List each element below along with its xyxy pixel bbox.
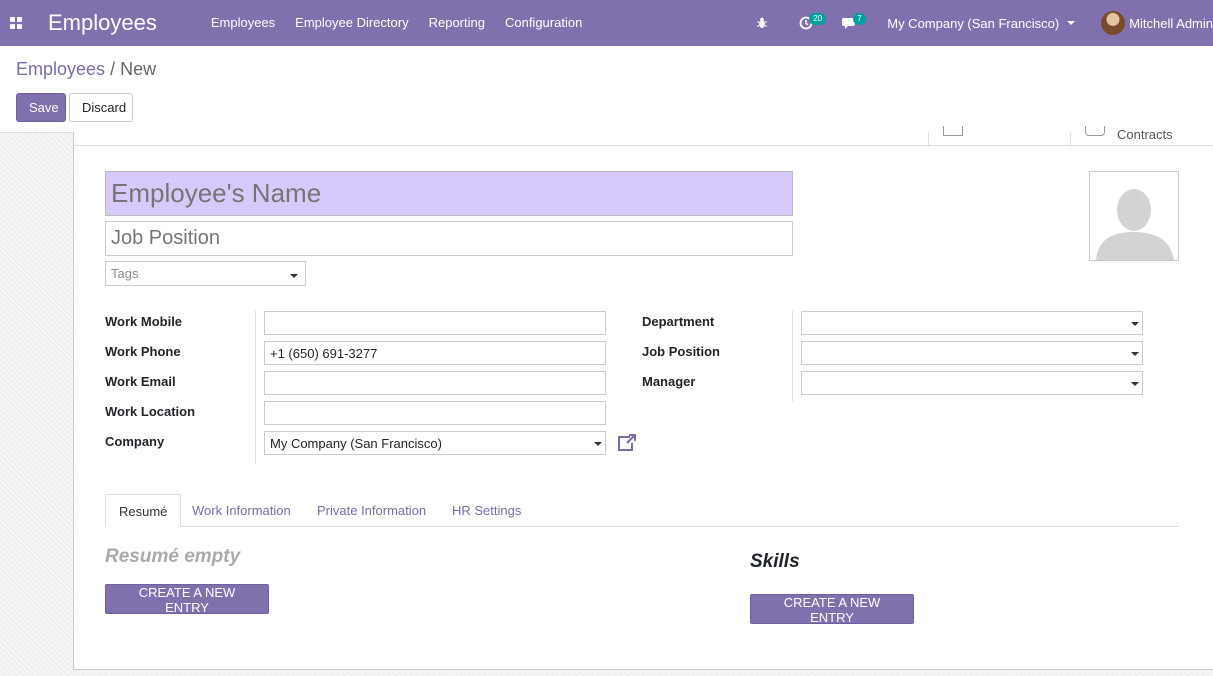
menu-employees[interactable]: Employees: [201, 0, 285, 46]
chevron-down-icon: [594, 442, 602, 446]
company-value: My Company (San Francisco): [270, 436, 442, 451]
work-phone-input[interactable]: [264, 341, 606, 365]
message-count-badge: 7: [853, 13, 866, 25]
label-work-mobile: Work Mobile: [105, 314, 183, 329]
user-name: Mitchell Admin: [1129, 15, 1213, 31]
tags-input[interactable]: Tags: [105, 261, 306, 286]
activity-clock-icon[interactable]: 20: [793, 0, 827, 46]
discard-button[interactable]: Discard: [69, 93, 133, 122]
resume-empty-text: Resumé empty: [105, 546, 241, 567]
menu-employee-directory[interactable]: Employee Directory: [285, 0, 418, 46]
chevron-down-icon: [1131, 322, 1139, 326]
top-navbar: Employees Employees Employee Directory R…: [0, 0, 1213, 46]
job-position-select[interactable]: [801, 341, 1143, 365]
user-avatar: [1101, 11, 1126, 35]
person-placeholder-icon: [1090, 172, 1178, 260]
tags-placeholder: Tags: [111, 266, 139, 281]
app-brand[interactable]: Employees: [48, 10, 157, 36]
stat-button-calendar[interactable]: [928, 126, 1070, 146]
work-mobile-input[interactable]: [264, 311, 606, 335]
chevron-down-icon: [1131, 352, 1139, 356]
systray: 20 7 My Company (San Francisco) Mitchell…: [749, 0, 1213, 46]
menu-reporting[interactable]: Reporting: [419, 0, 495, 46]
tab-work-information[interactable]: Work Information: [179, 494, 304, 527]
company-name: My Company (San Francisco): [887, 15, 1060, 31]
calendar-icon: [943, 126, 963, 136]
chevron-down-icon: [1131, 382, 1139, 386]
employee-name-input[interactable]: [105, 171, 793, 216]
skills-title: Skills: [750, 551, 800, 572]
label-work-email: Work Email: [105, 374, 176, 389]
apps-menu-icon[interactable]: [0, 0, 32, 46]
save-button[interactable]: Save: [16, 93, 66, 122]
create-skill-entry-button[interactable]: CREATE A NEW ENTRY: [750, 594, 914, 625]
contract-icon: [1085, 126, 1105, 136]
main-menu: Employees Employee Directory Reporting C…: [201, 0, 592, 46]
chevron-down-icon: [290, 274, 298, 278]
debug-bug-icon[interactable]: [749, 0, 775, 46]
label-department: Department: [642, 314, 715, 329]
label-job-position: Job Position: [642, 344, 720, 359]
group-divider-left: [255, 311, 256, 464]
stat-button-box: Contracts: [74, 126, 1213, 146]
work-location-input[interactable]: [264, 401, 606, 425]
company-select[interactable]: My Company (San Francisco): [264, 431, 606, 455]
breadcrumb: Employees / New: [16, 59, 156, 80]
group-divider-right: [792, 311, 793, 401]
menu-configuration[interactable]: Configuration: [495, 0, 592, 46]
label-work-location: Work Location: [105, 404, 196, 419]
manager-select[interactable]: [801, 371, 1143, 395]
breadcrumb-parent[interactable]: Employees: [16, 59, 105, 79]
label-work-phone: Work Phone: [105, 344, 181, 359]
user-menu[interactable]: Mitchell Admin: [1101, 11, 1213, 35]
tab-private-information[interactable]: Private Information: [304, 494, 439, 527]
create-resume-entry-button[interactable]: CREATE A NEW ENTRY: [105, 584, 269, 615]
company-switcher[interactable]: My Company (San Francisco): [887, 15, 1076, 31]
tab-resume[interactable]: Resumé: [105, 494, 182, 527]
tab-hr-settings[interactable]: HR Settings: [439, 494, 534, 527]
breadcrumb-current: New: [120, 59, 157, 79]
notebook-tabs: Resumé Work Information Private Informat…: [105, 494, 1179, 527]
employee-photo[interactable]: [1089, 171, 1179, 261]
label-company: Company: [105, 434, 165, 449]
external-link-icon[interactable]: [617, 434, 637, 452]
messages-chat-icon[interactable]: 7: [837, 0, 866, 46]
work-email-input[interactable]: [264, 371, 606, 395]
department-select[interactable]: [801, 311, 1143, 335]
job-title-input[interactable]: [105, 221, 793, 256]
breadcrumb-separator: /: [110, 59, 116, 79]
stat-button-contracts[interactable]: Contracts: [1070, 126, 1213, 146]
chevron-down-icon: [1067, 21, 1076, 25]
label-manager: Manager: [642, 374, 696, 389]
contracts-label: Contracts: [1117, 127, 1173, 142]
activity-count-badge: 20: [809, 13, 827, 25]
